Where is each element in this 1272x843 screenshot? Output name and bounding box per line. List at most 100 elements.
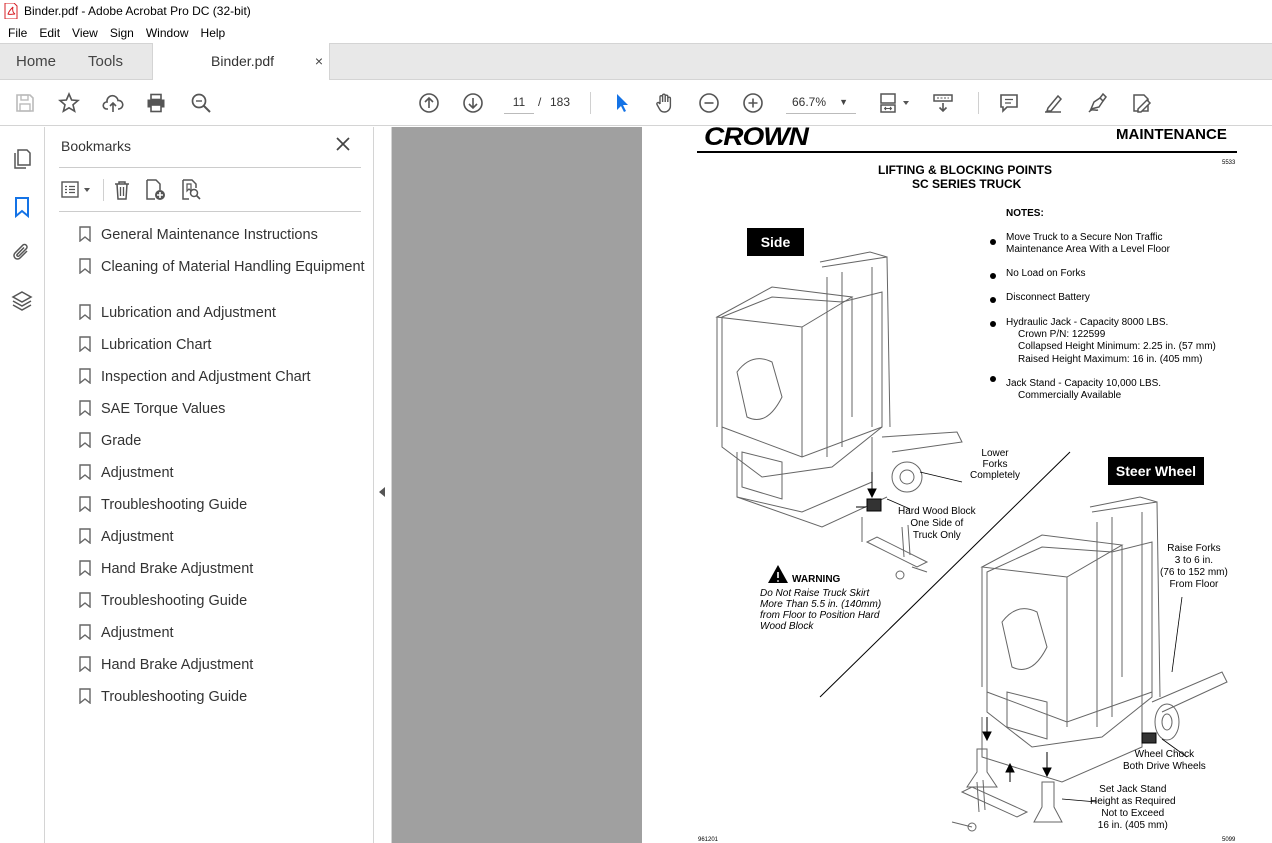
bookmark-item[interactable]: Lubrication and Adjustment — [79, 303, 369, 323]
forklift-illustration — [715, 251, 1228, 832]
title-bar: Binder.pdf - Adobe Acrobat Pro DC (32-bi… — [0, 0, 1272, 22]
print-icon[interactable] — [143, 90, 169, 116]
tab-document-label: Binder.pdf — [211, 53, 275, 69]
window-title: Binder.pdf - Adobe Acrobat Pro DC (32-bi… — [24, 4, 251, 18]
zoom-level-value: 66.7% — [792, 95, 827, 109]
warning-line: More Than 5.5 in. (140mm) — [760, 599, 882, 610]
delete-bookmark-button[interactable] — [111, 178, 133, 202]
list-options-icon — [61, 181, 90, 198]
document-viewport[interactable]: CROWN MAINTENANCE 5533 LIFTING & BLOCKIN… — [392, 127, 1272, 843]
previous-page-icon[interactable] — [416, 90, 442, 116]
trash-icon — [115, 181, 129, 200]
zoom-in-icon[interactable] — [740, 90, 766, 116]
warning-line: from Floor to Position Hard — [760, 610, 880, 621]
page-code-bottom-left: 961201 — [698, 837, 719, 843]
callout-wheel-chock: Wheel Chock Both Drive Wheels — [1123, 749, 1206, 773]
menu-view[interactable]: View — [66, 26, 104, 40]
warning-title: WARNING — [792, 574, 841, 585]
bookmark-label: Adjustment — [101, 625, 174, 641]
attachments-paperclip-icon[interactable] — [10, 241, 34, 265]
draw-pen-icon[interactable] — [1084, 90, 1110, 116]
bookmark-options-button[interactable] — [61, 178, 93, 202]
page-number-input[interactable]: 11 — [504, 90, 534, 114]
tab-tools[interactable]: Tools — [88, 44, 123, 80]
select-cursor-icon[interactable] — [608, 90, 634, 116]
hand-tool-icon[interactable] — [652, 90, 678, 116]
bookmark-item[interactable]: Adjustment — [79, 623, 369, 643]
next-page-icon[interactable] — [460, 90, 486, 116]
page-code-bottom-right: 5099 — [1222, 837, 1236, 843]
bookmark-item[interactable]: Troubleshooting Guide — [79, 591, 369, 611]
menu-window[interactable]: Window — [140, 26, 195, 40]
comment-icon[interactable] — [996, 90, 1022, 116]
bookmark-item[interactable]: Lubrication Chart — [79, 335, 369, 355]
zoom-level-select[interactable]: 66.7% ▼ — [786, 90, 856, 114]
page-thumbnails-icon[interactable] — [10, 147, 34, 171]
bookmark-properties-button[interactable] — [179, 178, 203, 202]
star-icon[interactable] — [56, 90, 82, 116]
bookmark-item[interactable]: Cleaning of Material Handling Equipment — [79, 257, 369, 277]
save-icon[interactable] — [12, 90, 38, 116]
layers-icon[interactable] — [10, 289, 34, 313]
bookmark-label: SAE Torque Values — [101, 401, 226, 417]
callout-lower-forks: Lower Forks Completely — [970, 448, 1020, 481]
bookmark-label: Adjustment — [101, 465, 174, 481]
bookmark-item[interactable]: SAE Torque Values — [79, 399, 369, 419]
bookmark-icon — [79, 368, 91, 384]
collapse-arrow-icon[interactable] — [379, 487, 385, 497]
bookmark-label: Troubleshooting Guide — [101, 593, 248, 609]
new-bookmark-button[interactable] — [143, 178, 167, 202]
callout-line: Not to Exceed — [1101, 808, 1165, 819]
bookmark-item[interactable]: Hand Brake Adjustment — [79, 655, 369, 675]
bookmark-item[interactable]: Hand Brake Adjustment — [79, 559, 369, 579]
scroll-mode-icon[interactable] — [930, 90, 956, 116]
page-total: 183 — [550, 95, 571, 109]
upload-cloud-icon[interactable] — [100, 90, 126, 116]
page-fit-icon[interactable] — [876, 90, 914, 116]
bookmark-panel-icon[interactable] — [10, 195, 34, 219]
bookmark-icon — [79, 656, 91, 672]
bookmark-item[interactable]: Troubleshooting Guide — [79, 687, 369, 707]
bookmark-icon — [79, 560, 91, 576]
bookmark-item[interactable]: Grade — [79, 431, 369, 451]
bookmark-icon — [79, 258, 91, 274]
warning-line: Wood Block — [760, 621, 814, 632]
callout-line: (76 to 152 mm) — [1160, 567, 1228, 578]
highlight-pen-icon[interactable] — [1040, 90, 1066, 116]
callout-line: Both Drive Wheels — [1123, 761, 1206, 772]
menu-sign[interactable]: Sign — [104, 26, 140, 40]
close-tab-icon[interactable]: × — [315, 43, 323, 79]
bookmark-label: Cleaning of Material Handling Equipment — [101, 259, 365, 275]
callout-line: Forks — [982, 459, 1008, 470]
menu-help[interactable]: Help — [195, 26, 232, 40]
warning-line: Do Not Raise Truck Skirt — [760, 588, 870, 599]
bookmark-label: Hand Brake Adjustment — [101, 657, 254, 673]
bookmark-label: Inspection and Adjustment Chart — [101, 369, 311, 385]
tab-home[interactable]: Home — [16, 44, 56, 80]
panel-collapse-strip[interactable] — [374, 127, 392, 843]
menu-edit[interactable]: Edit — [33, 26, 66, 40]
bookmark-item[interactable]: Inspection and Adjustment Chart — [79, 367, 369, 387]
callout-jack-stand: Set Jack Stand Height as Required Not to… — [1090, 784, 1176, 832]
bookmark-search-icon — [182, 179, 201, 200]
page-separator: / — [538, 95, 542, 109]
bookmark-item[interactable]: Adjustment — [79, 527, 369, 547]
zoom-search-icon[interactable] — [188, 90, 214, 116]
bookmark-item[interactable]: General Maintenance Instructions — [79, 225, 369, 245]
bookmark-icon — [79, 464, 91, 480]
bookmark-label: Troubleshooting Guide — [101, 497, 248, 513]
menu-file[interactable]: File — [2, 26, 33, 40]
add-bookmark-icon — [146, 179, 165, 200]
bookmark-item[interactable]: Adjustment — [79, 463, 369, 483]
edit-stamp-icon[interactable] — [1128, 90, 1154, 116]
bookmarks-toolbar-divider — [103, 179, 104, 201]
tab-document[interactable]: Binder.pdf × — [152, 43, 330, 80]
bookmark-icon — [79, 226, 91, 242]
warning-text: Do Not Raise Truck Skirt More Than 5.5 i… — [760, 588, 881, 632]
bookmarks-panel: Bookmarks General Maintenance Instructio… — [45, 127, 374, 843]
zoom-out-icon[interactable] — [696, 90, 722, 116]
close-icon[interactable] — [335, 136, 351, 152]
bookmarks-toolbar — [59, 167, 361, 212]
bookmark-icon — [79, 624, 91, 640]
bookmark-item[interactable]: Troubleshooting Guide — [79, 495, 369, 515]
